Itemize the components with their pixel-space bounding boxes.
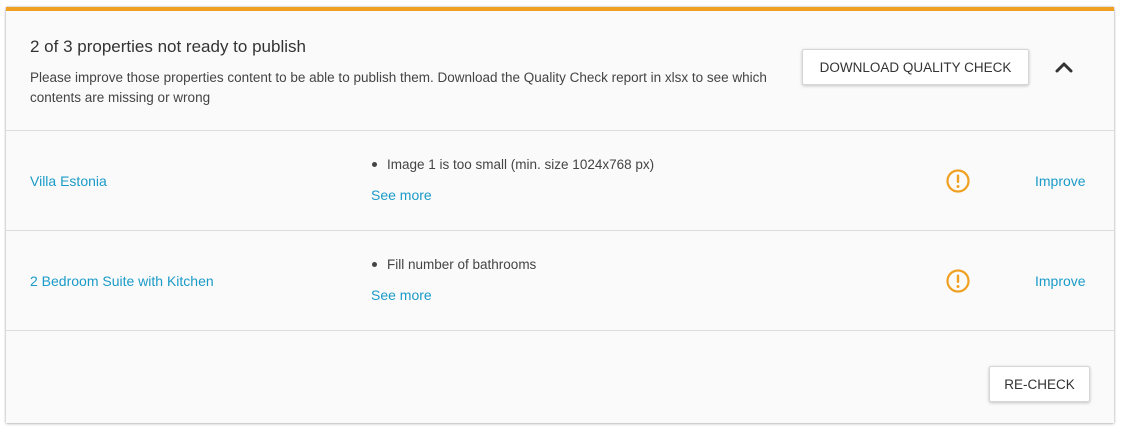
re-check-button[interactable]: RE-CHECK [989, 366, 1090, 402]
property-row: 2 Bedroom Suite with Kitchen Fill number… [6, 231, 1114, 331]
property-name-link[interactable]: 2 Bedroom Suite with Kitchen [30, 273, 214, 289]
issue-item: Fill number of bathrooms [372, 257, 536, 272]
issue-text: Image 1 is too small (min. size 1024x768… [387, 157, 655, 172]
improve-link[interactable]: Improve [1035, 173, 1086, 189]
warning-icon [946, 169, 970, 193]
bullet-icon [372, 262, 377, 267]
see-more-link[interactable]: See more [371, 287, 432, 303]
property-row: Villa Estonia Image 1 is too small (min.… [6, 131, 1114, 231]
panel-header: 2 of 3 properties not ready to publish P… [6, 11, 1114, 131]
issue-item: Image 1 is too small (min. size 1024x768… [372, 157, 654, 172]
chevron-up-icon[interactable] [1052, 55, 1076, 79]
warning-icon [946, 269, 970, 293]
see-more-link[interactable]: See more [371, 187, 432, 203]
bullet-icon [372, 162, 377, 167]
panel-description: Please improve those properties content … [30, 70, 767, 105]
property-name-link[interactable]: Villa Estonia [30, 173, 107, 189]
issue-text: Fill number of bathrooms [387, 257, 537, 272]
panel-title: 2 of 3 properties not ready to publish [30, 37, 306, 56]
improve-link[interactable]: Improve [1035, 273, 1086, 289]
download-quality-check-button[interactable]: DOWNLOAD QUALITY CHECK [802, 49, 1029, 85]
quality-check-panel: 2 of 3 properties not ready to publish P… [6, 7, 1114, 423]
